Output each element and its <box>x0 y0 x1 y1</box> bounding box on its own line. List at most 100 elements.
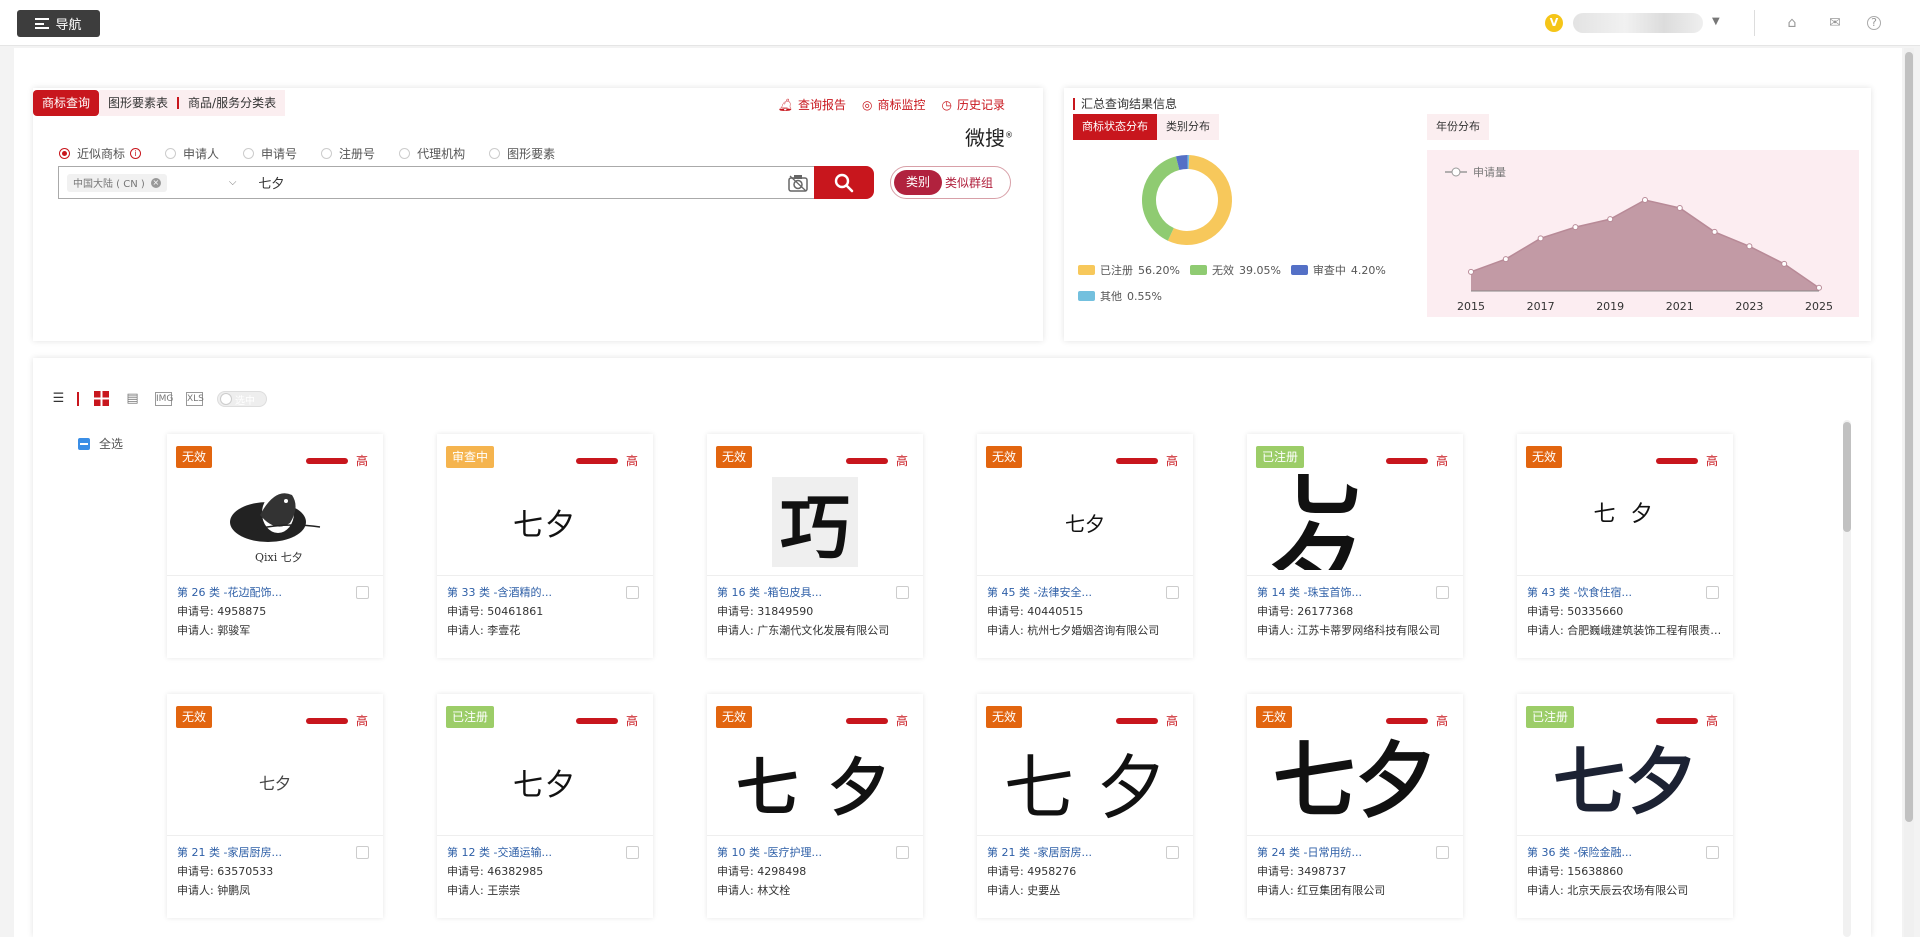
query-report-link[interactable]: 🔔︎ 查询报告 <box>778 96 846 113</box>
trademark-logo-image[interactable]: 七 夕 <box>727 734 903 830</box>
search-input[interactable]: 七夕 <box>258 173 284 192</box>
trademark-logo-image[interactable]: Qixi 七夕 <box>187 474 363 570</box>
class-link[interactable]: 第 21 类 -家居厨房... <box>987 843 1107 862</box>
data-point[interactable] <box>1607 216 1614 223</box>
trademark-logo-image[interactable]: 七夕 <box>457 734 633 830</box>
data-point[interactable] <box>1502 256 1509 263</box>
donut-slice[interactable] <box>1142 156 1180 241</box>
data-point[interactable] <box>1642 197 1648 203</box>
region-dropdown-icon[interactable]: ⌵ <box>229 177 237 188</box>
region-clear-icon[interactable]: × <box>150 177 161 188</box>
class-link[interactable]: 第 14 类 -珠宝首饰... <box>1257 583 1377 602</box>
trademark-logo-image[interactable]: 七夕 <box>1537 734 1713 830</box>
select-all[interactable]: 全选 <box>78 435 123 452</box>
trademark-card[interactable]: 无效 高 七夕 第 21 类 -家居厨房... 申请号: 63570533 申请… <box>167 694 383 918</box>
tab-trademark-search[interactable]: 商标查询 <box>33 90 100 116</box>
info-icon[interactable]: i <box>130 148 142 159</box>
selected-only-switch[interactable]: 选中 <box>217 391 267 407</box>
class-link[interactable]: 第 10 类 -医疗护理... <box>717 843 837 862</box>
tab-graphic-elements[interactable]: 图形要素表 <box>99 90 178 116</box>
user-menu-caret-icon[interactable]: ▼ <box>1712 16 1720 27</box>
data-point[interactable] <box>1711 228 1718 235</box>
trademark-card[interactable]: 已注册 高 七夕 第 36 类 -保险金融... 申请号: 15638860 申… <box>1517 694 1733 918</box>
data-point[interactable] <box>1468 268 1474 275</box>
data-point[interactable] <box>1746 243 1753 250</box>
card-checkbox[interactable] <box>626 586 639 599</box>
export-image-icon[interactable]: IMG <box>155 392 173 406</box>
search-button[interactable] <box>814 166 874 199</box>
trademark-logo-image[interactable]: 七夕 <box>187 734 363 830</box>
select-all-checkbox[interactable] <box>78 437 90 450</box>
data-point[interactable] <box>1572 224 1579 231</box>
help-icon[interactable]: ? <box>1867 16 1881 30</box>
data-point[interactable] <box>1537 235 1544 242</box>
class-link[interactable]: 第 33 类 -含酒精的... <box>447 583 567 602</box>
trademark-monitor-link[interactable]: ◎ 商标监控 <box>862 96 926 113</box>
tab-year-distribution[interactable]: 年份分布 <box>1427 114 1489 140</box>
grid-view-icon[interactable] <box>93 391 110 407</box>
trademark-card[interactable]: 无效 高 七 夕 第 10 类 -医疗护理... 申请号: 4298498 申请… <box>707 694 923 918</box>
export-excel-icon[interactable]: XLS <box>186 392 204 406</box>
tab-class-distribution[interactable]: 类别分布 <box>1157 114 1219 140</box>
report-icon[interactable]: ▤ <box>124 391 141 407</box>
class-link[interactable]: 第 43 类 -饮食住宿... <box>1527 583 1647 602</box>
trademark-logo-image[interactable]: 七夕 <box>1267 734 1443 830</box>
data-point[interactable] <box>1781 260 1788 267</box>
card-checkbox[interactable] <box>1166 586 1179 599</box>
region-select[interactable]: 中国大陆 ( CN ) × <box>67 173 167 192</box>
data-point[interactable] <box>1676 204 1683 211</box>
nav-menu-button[interactable]: 导航 <box>17 10 100 37</box>
trademark-logo-image[interactable]: 七夕 <box>457 474 633 570</box>
radio-graphic-element[interactable]: 图形要素 <box>489 145 555 162</box>
card-checkbox[interactable] <box>1706 846 1719 859</box>
page-scrollbar-thumb[interactable] <box>1905 52 1913 822</box>
home-icon[interactable]: ⌂ <box>1783 14 1801 32</box>
page-scrollbar[interactable] <box>1904 48 1914 937</box>
trademark-card[interactable]: 无效 高 七夕 第 45 类 -法律安全... 申请号: 40440515 申请… <box>977 434 1193 658</box>
trademark-logo-image[interactable]: 七夕 <box>997 474 1173 570</box>
trademark-card[interactable]: 无效 高 Qixi 七夕 第 26 类 -花边配饰... 申请号: 495887… <box>167 434 383 658</box>
trademark-card[interactable]: 无效 高 巧 第 16 类 -箱包皮具... 申请号: 31849590 申请人… <box>707 434 923 658</box>
history-link[interactable]: ◷ 历史记录 <box>942 96 1006 113</box>
list-view-icon[interactable]: ☰ <box>50 391 67 407</box>
legend-registered[interactable]: 已注册 56.20% <box>1078 262 1180 278</box>
card-checkbox[interactable] <box>1706 586 1719 599</box>
radio-similar-trademark[interactable]: 近似商标 i <box>59 145 142 162</box>
legend-other[interactable]: 其他 0.55% <box>1078 288 1162 304</box>
class-link[interactable]: 第 36 类 -保险金融... <box>1527 843 1647 862</box>
radio-application-number[interactable]: 申请号 <box>243 145 297 162</box>
trademark-card[interactable]: 已注册 高 七夕 第 12 类 -交通运输... 申请号: 46382985 申… <box>437 694 653 918</box>
mail-icon[interactable]: ✉ <box>1826 14 1844 32</box>
toggle-class[interactable]: 类别 <box>894 170 943 195</box>
class-link[interactable]: 第 45 类 -法律安全... <box>987 583 1107 602</box>
results-scrollbar-thumb[interactable] <box>1843 422 1851 532</box>
donut-slice[interactable] <box>1167 155 1232 245</box>
trademark-card[interactable]: 无效 高 七夕 第 24 类 -日常用纺... 申请号: 3498737 申请人… <box>1247 694 1463 918</box>
trademark-card[interactable]: 无效 高 七 夕 第 21 类 -家居厨房... 申请号: 4958276 申请… <box>977 694 1193 918</box>
trademark-logo-image[interactable]: 七 夕 <box>997 734 1173 830</box>
trademark-logo-image[interactable]: 七 夕 <box>1537 474 1713 570</box>
trademark-logo-image[interactable]: 巧 <box>727 474 903 570</box>
donut-slice[interactable] <box>1175 155 1188 171</box>
class-link[interactable]: 第 16 类 -箱包皮具... <box>717 583 837 602</box>
trademark-card[interactable]: 已注册 高 七夕 第 14 类 -珠宝首饰... 申请号: 26177368 申… <box>1247 434 1463 658</box>
trademark-card[interactable]: 审查中 高 七夕 第 33 类 -含酒精的... 申请号: 50461861 申… <box>437 434 653 658</box>
data-point[interactable] <box>1816 284 1822 291</box>
card-checkbox[interactable] <box>896 846 909 859</box>
card-checkbox[interactable] <box>356 846 369 859</box>
trademark-card[interactable]: 无效 高 七 夕 第 43 类 -饮食住宿... 申请号: 50335660 申… <box>1517 434 1733 658</box>
user-name-blurred[interactable] <box>1573 13 1703 33</box>
results-scrollbar[interactable] <box>1843 420 1851 937</box>
class-link[interactable]: 第 21 类 -家居厨房... <box>177 843 297 862</box>
legend-invalid[interactable]: 无效 39.05% <box>1189 262 1281 278</box>
legend-label[interactable]: 申请量 <box>1473 166 1506 179</box>
camera-icon[interactable] <box>788 174 808 192</box>
trademark-logo-image[interactable]: 七夕 <box>1267 474 1443 570</box>
radio-registration-number[interactable]: 注册号 <box>321 145 375 162</box>
radio-agency[interactable]: 代理机构 <box>399 145 465 162</box>
card-checkbox[interactable] <box>1436 846 1449 859</box>
class-link[interactable]: 第 24 类 -日常用纺... <box>1257 843 1377 862</box>
radio-applicant[interactable]: 申请人 <box>165 145 219 162</box>
card-checkbox[interactable] <box>356 586 369 599</box>
toggle-similar-group[interactable]: 类似群组 <box>942 174 993 191</box>
